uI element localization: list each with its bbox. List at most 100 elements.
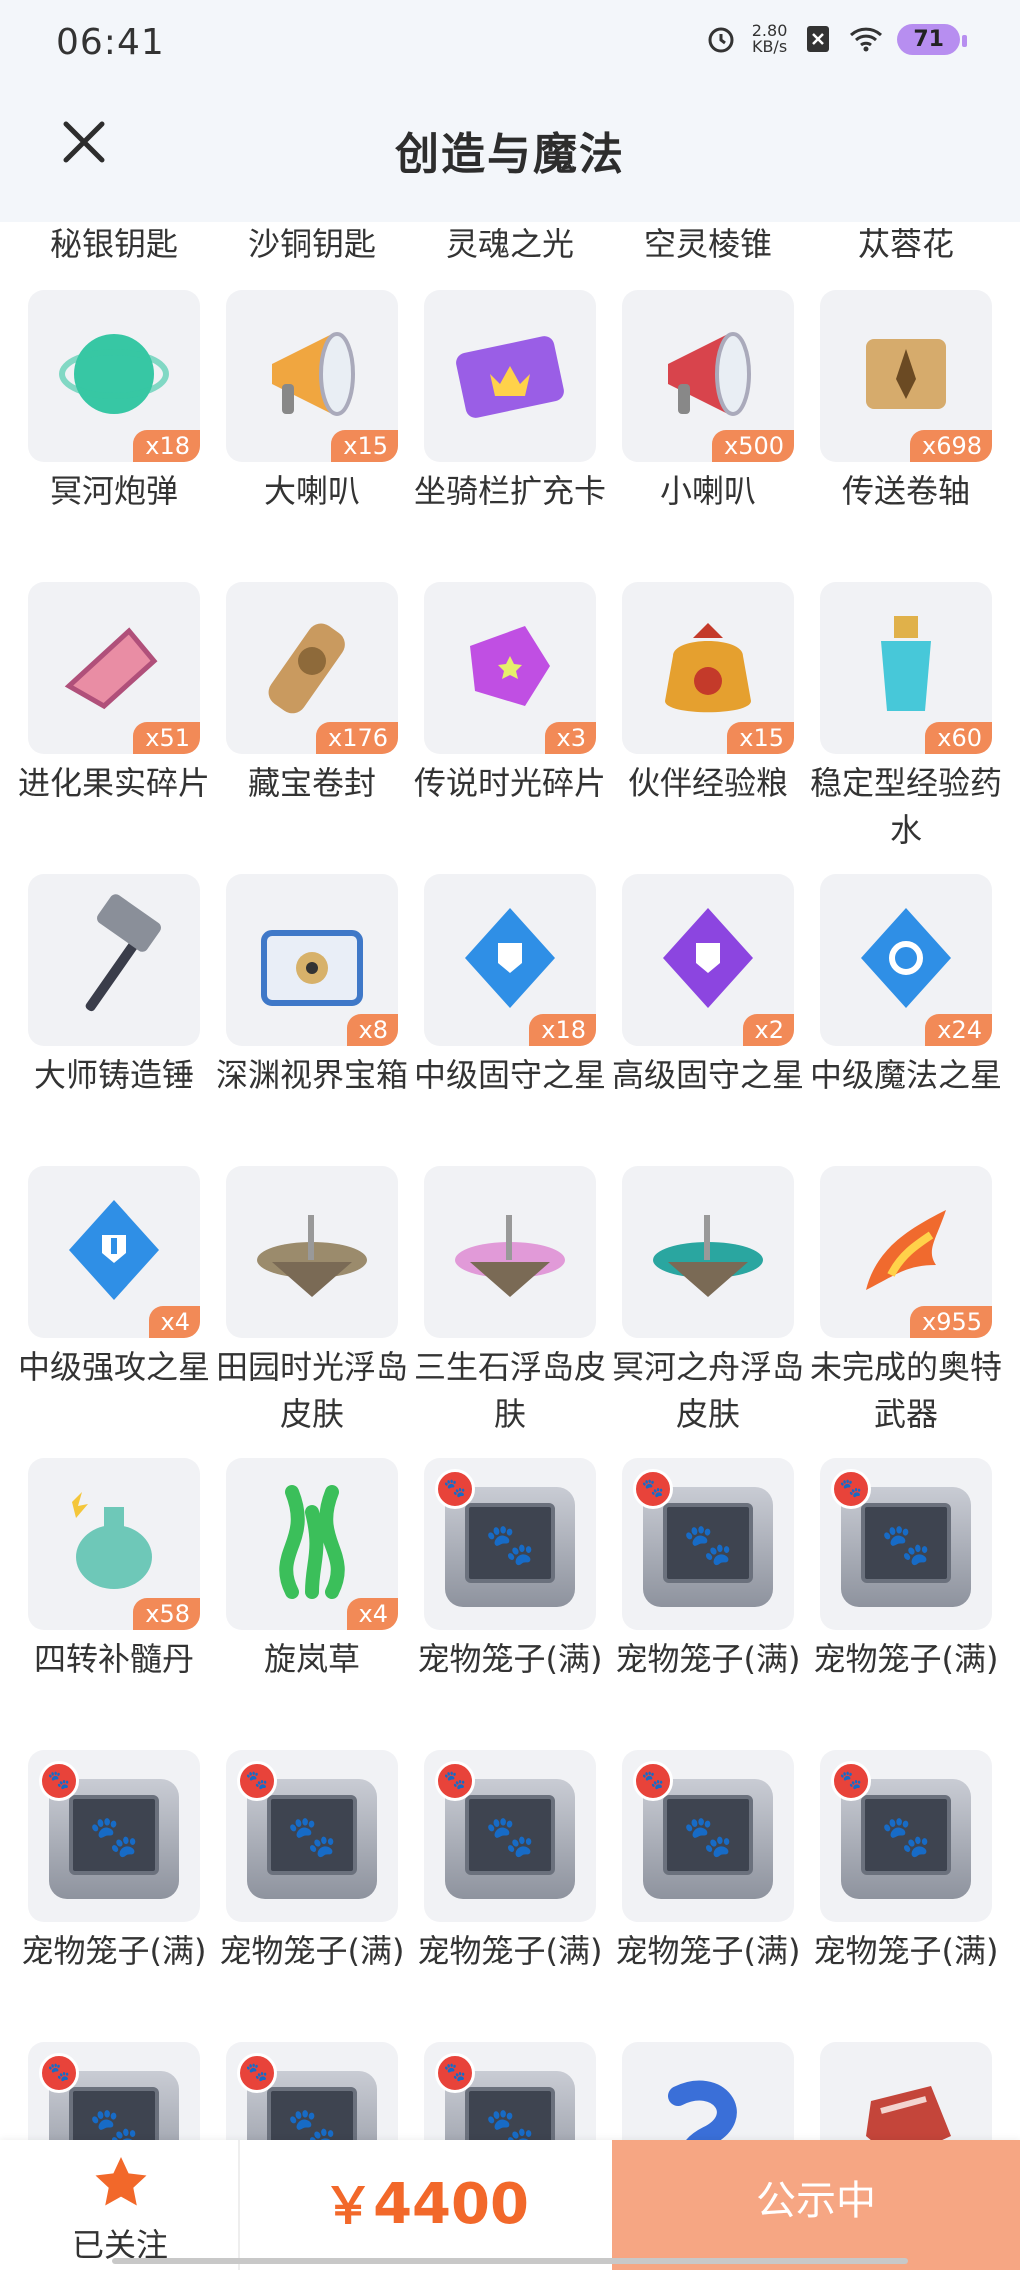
megaphone-icon xyxy=(638,304,778,448)
pet-cage-icon: 🐾 🐾 xyxy=(435,1469,581,1619)
item-card[interactable]: x698 传送卷轴 xyxy=(820,290,992,515)
item-card[interactable] xyxy=(820,2042,992,2140)
item-tile: 🐾 🐾 xyxy=(424,2042,596,2140)
item-card[interactable]: x500 小喇叭 xyxy=(622,290,794,515)
item-tile: 🐾 🐾 xyxy=(820,1750,992,1922)
item-card[interactable]: x176 藏宝卷封 xyxy=(226,582,398,807)
item-card[interactable]: 大师铸造锤 xyxy=(28,874,200,1099)
item-card[interactable]: 三生石浮岛皮肤 xyxy=(414,1166,606,1438)
item-card[interactable]: x24 中级魔法之星 xyxy=(810,874,1002,1099)
item-card[interactable]: 🐾 🐾 宠物笼子(满) xyxy=(418,1458,602,1683)
quantity-badge: x8 xyxy=(346,1014,398,1046)
page-title: 创造与魔法 xyxy=(395,129,625,180)
item-tile: x2 xyxy=(622,874,794,1046)
item-tile: 🐾 🐾 xyxy=(622,1750,794,1922)
item-name: 冥河炮弹 xyxy=(49,472,178,510)
alarm-icon xyxy=(704,22,738,56)
pet-cage-icon: 🐾 🐾 xyxy=(237,2053,383,2140)
item-card[interactable]: x18 中级固守之星 xyxy=(414,874,606,1099)
pet-cage-icon: 🐾 🐾 xyxy=(831,1761,977,1911)
item-card[interactable]: x58 四转补髓丹 xyxy=(28,1458,200,1683)
item-tile xyxy=(424,290,596,462)
item-tile: x18 xyxy=(28,290,200,462)
item-card[interactable]: x8 深渊视界宝箱 xyxy=(216,874,408,1099)
item-name: 宠物笼子(满) xyxy=(813,1932,999,1970)
item-name: 宠物笼子(满) xyxy=(21,1932,207,1970)
item-card[interactable]: x3 传说时光碎片 xyxy=(414,582,606,807)
hammer-icon xyxy=(44,888,184,1032)
pet-cage-icon: 🐾 🐾 xyxy=(633,1761,779,1911)
item-name: 宠物笼子(满) xyxy=(615,1932,801,1970)
pet-cage-icon: 🐾 🐾 xyxy=(39,2053,185,2140)
item-card[interactable]: x60 稳定型经验药水 xyxy=(810,582,1002,854)
item-card[interactable]: 田园时光浮岛皮肤 xyxy=(216,1166,408,1438)
item-card[interactable]: 坐骑栏扩充卡 xyxy=(414,290,606,515)
item-card[interactable]: x51 进化果实碎片 xyxy=(18,582,210,807)
item-name: 田园时光浮岛皮肤 xyxy=(215,1348,408,1433)
item-card[interactable]: 🐾 🐾 宠物笼子(满) xyxy=(616,1750,800,1975)
quantity-badge: x15 xyxy=(331,430,398,462)
item-tile xyxy=(820,2042,992,2140)
items-grid[interactable]: 秘银钥匙 沙铜钥匙 灵魂之光 空灵棱锥 苁蓉花 x18 冥河炮弹 x15 大喇叭 坐骑栏扩充卡 x… xyxy=(0,215,1020,2140)
potion-icon xyxy=(836,596,976,740)
battery-indicator: 71 xyxy=(897,23,967,55)
item-card[interactable]: 🐾 🐾 宠物笼子(满) xyxy=(814,1458,998,1683)
item-card[interactable]: x15 大喇叭 xyxy=(226,290,398,515)
item-tile: 🐾 🐾 xyxy=(622,1458,794,1630)
quantity-badge: x60 xyxy=(925,722,992,754)
item-card[interactable]: 冥河之舟浮岛皮肤 xyxy=(612,1166,804,1438)
scroll-icon xyxy=(836,304,976,448)
item-card[interactable]: 🐾 🐾 宠物笼子(满) xyxy=(616,1458,800,1683)
item-name: 中级强攻之星 xyxy=(17,1348,210,1386)
elixir-icon xyxy=(44,1472,184,1616)
item-card[interactable]: 🐾 🐾 xyxy=(424,2042,596,2140)
item-card[interactable]: x18 冥河炮弹 xyxy=(28,290,200,515)
item-tile: x4 xyxy=(226,1458,398,1630)
price-symbol: ￥ xyxy=(323,2177,374,2235)
item-name: 秘银钥匙 xyxy=(49,225,178,263)
megaphone-icon xyxy=(242,304,382,448)
item-card[interactable]: 🐾 🐾 宠物笼子(满) xyxy=(418,1750,602,1975)
item-card[interactable]: 🐾 🐾 xyxy=(28,2042,200,2140)
pet-cage-icon: 🐾 🐾 xyxy=(237,1761,383,1911)
item-card[interactable]: 🐾 🐾 宠物笼子(满) xyxy=(814,1750,998,1975)
item-card[interactable]: x2 高级固守之星 xyxy=(612,874,804,1099)
food-bag-icon xyxy=(638,596,778,740)
item-name: 未完成的奥特武器 xyxy=(809,1348,1002,1433)
price-value: 4400 xyxy=(373,2172,529,2237)
status-time: 06:41 xyxy=(56,22,165,63)
item-tile: x500 xyxy=(622,290,794,462)
item-tile xyxy=(622,2042,794,2140)
item-card[interactable]: 🐾 🐾 xyxy=(226,2042,398,2140)
sim-off-icon xyxy=(801,22,835,56)
item-card[interactable]: x4 旋岚草 xyxy=(226,1458,398,1683)
item-tile: x176 xyxy=(226,582,398,754)
item-card[interactable]: x4 中级强攻之星 xyxy=(18,1166,210,1391)
bottom-bar: 已关注 ￥4400 公示中 xyxy=(0,2140,1020,2270)
publish-status-button[interactable]: 公示中 xyxy=(612,2140,1020,2270)
item-tile: 🐾 🐾 xyxy=(226,1750,398,1922)
item-card[interactable]: 🐾 🐾 宠物笼子(满) xyxy=(220,1750,404,1975)
item-tile: x4 xyxy=(28,1166,200,1338)
quantity-badge: x176 xyxy=(315,722,398,754)
quantity-badge: x698 xyxy=(909,430,992,462)
item-name: 稳定型经验药水 xyxy=(809,764,1002,849)
network-speed: 2.80 KB/s xyxy=(752,23,788,55)
quantity-badge: x4 xyxy=(148,1306,200,1338)
follow-button[interactable]: 已关注 xyxy=(0,2140,240,2270)
quantity-badge: x15 xyxy=(727,722,794,754)
star-icon xyxy=(95,2157,147,2206)
pet-cage-icon: 🐾 🐾 xyxy=(435,2053,581,2140)
item-card[interactable] xyxy=(622,2042,794,2140)
chest-icon xyxy=(242,888,382,1032)
item-tile xyxy=(424,1166,596,1338)
item-card[interactable]: 🐾 🐾 宠物笼子(满) xyxy=(22,1750,206,1975)
price: ￥4400 xyxy=(240,2166,612,2238)
item-card[interactable]: x15 伙伴经验粮 xyxy=(622,582,794,807)
quantity-badge: x2 xyxy=(742,1014,794,1046)
quantity-badge: x58 xyxy=(133,1598,200,1630)
quantity-badge: x3 xyxy=(544,722,596,754)
item-card[interactable]: x955 未完成的奥特武器 xyxy=(810,1166,1002,1438)
item-tile: x18 xyxy=(424,874,596,1046)
pet-cage-icon: 🐾 🐾 xyxy=(831,1469,977,1619)
